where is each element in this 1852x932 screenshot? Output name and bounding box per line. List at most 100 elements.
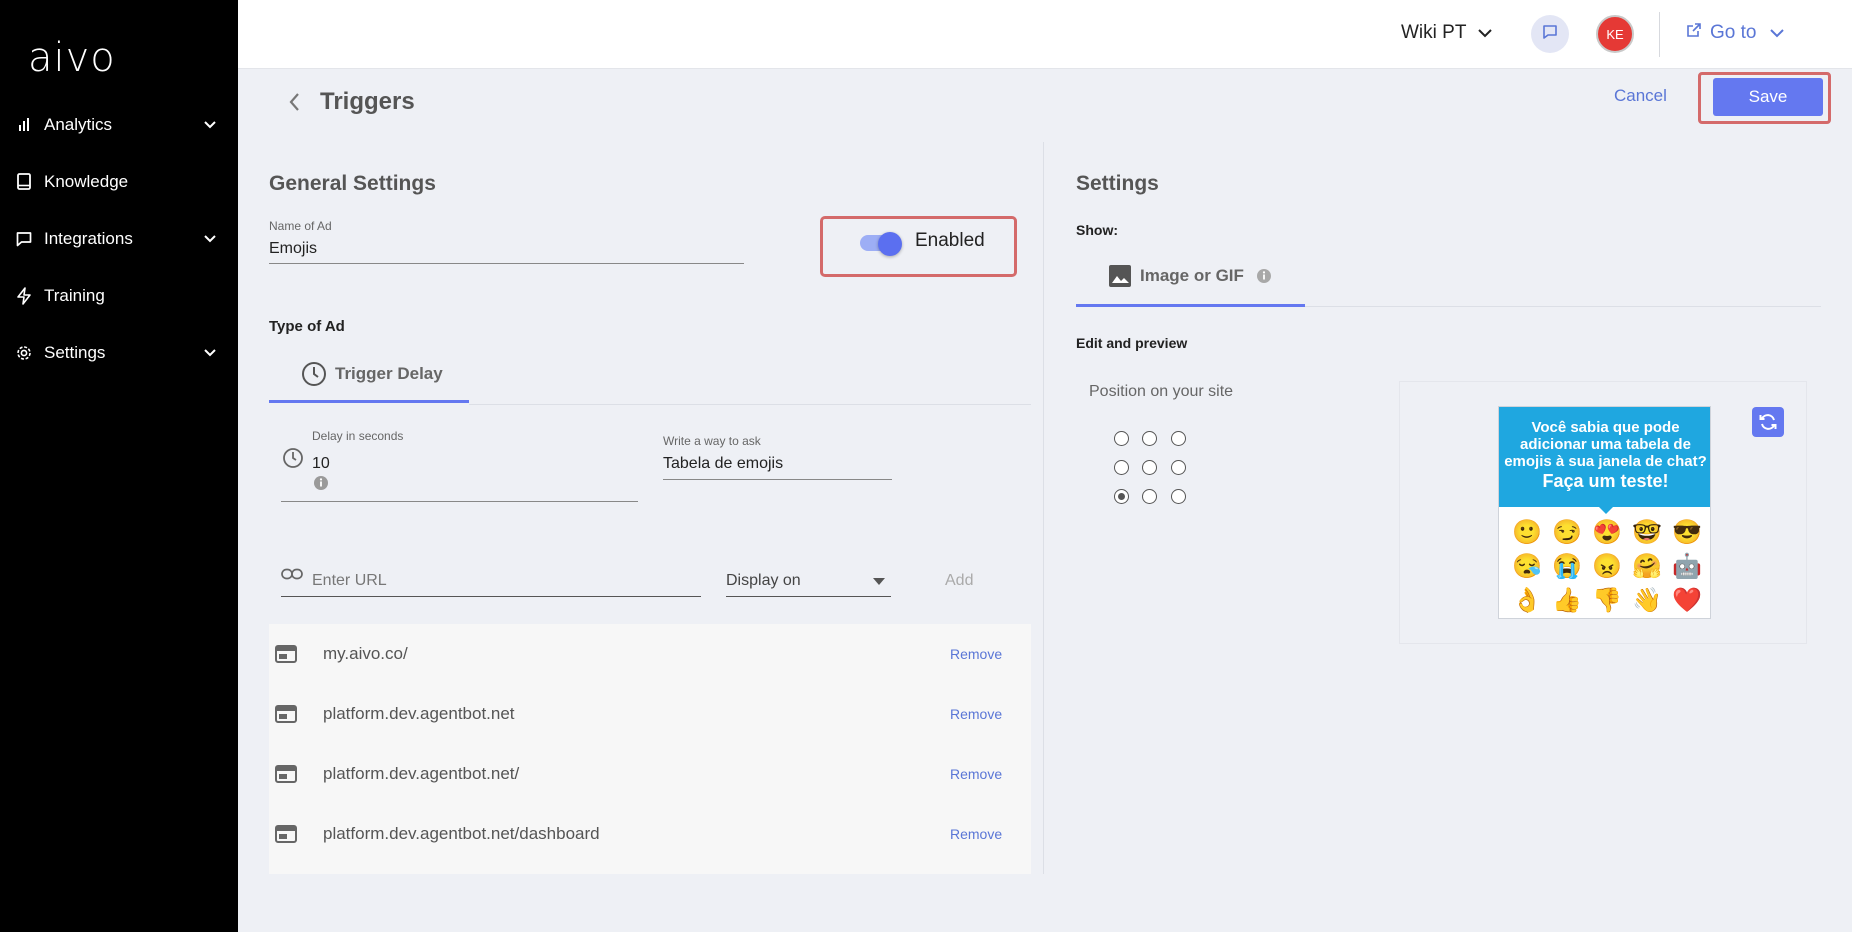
external-link-icon — [1686, 22, 1702, 44]
remove-button[interactable]: Remove — [950, 706, 1002, 722]
sidebar-item-analytics[interactable]: Analytics — [0, 96, 238, 153]
remove-button[interactable]: Remove — [950, 646, 1002, 662]
position-radio-top-left[interactable] — [1114, 431, 1129, 446]
save-button[interactable]: Save — [1713, 78, 1823, 116]
refresh-icon — [1758, 413, 1778, 431]
sidebar-item-label: Settings — [44, 342, 106, 362]
gear-icon — [14, 343, 34, 363]
position-radio-middle-left[interactable] — [1114, 460, 1129, 475]
url-input[interactable]: Enter URL — [312, 572, 387, 590]
bar-chart-icon — [14, 115, 34, 135]
emoji: 😏 — [1552, 519, 1582, 546]
display-on-select[interactable]: Display on — [726, 572, 801, 590]
sidebar-item-knowledge[interactable]: Knowledge — [0, 153, 238, 210]
tab-label: Trigger Delay — [335, 364, 443, 383]
chat-bubble-icon — [14, 229, 34, 249]
chevron-down-icon — [200, 348, 220, 357]
ad-preview-image: Você sabia que pode adicionar uma tabela… — [1498, 406, 1711, 619]
sidebar-item-settings[interactable]: Settings — [0, 324, 238, 381]
emoji: 😪 — [1512, 553, 1542, 580]
emoji: 😎 — [1672, 519, 1702, 546]
tab-divider — [1305, 306, 1821, 307]
chevron-down-icon — [200, 234, 220, 243]
name-of-ad-underline — [269, 263, 744, 264]
tab-image-or-gif[interactable]: Image or GIF — [1108, 264, 1272, 288]
position-radio-middle-right[interactable] — [1171, 460, 1186, 475]
position-radio-bottom-left[interactable] — [1114, 489, 1129, 504]
goto-menu[interactable]: Go to — [1686, 22, 1785, 44]
type-of-ad-label: Type of Ad — [269, 318, 345, 335]
back-button[interactable] — [288, 92, 308, 114]
caret-down-icon — [873, 578, 885, 585]
emoji: ❤️ — [1672, 587, 1702, 614]
chevron-down-icon — [1770, 22, 1785, 44]
position-radio-top-right[interactable] — [1171, 431, 1186, 446]
chevron-down-icon — [1478, 22, 1493, 44]
book-icon — [14, 172, 34, 192]
tab-trigger-delay[interactable]: Trigger Delay — [301, 361, 443, 387]
ask-underline — [663, 479, 892, 480]
workspace-label: Wiki PT — [1401, 22, 1467, 43]
ad-emoji-grid: 🙂 😏 😍 🤓 😎 😪 😭 😠 🤗 🤖 👌 👍 👎 👋 ❤️ — [1507, 519, 1707, 615]
browser-window-icon — [275, 705, 297, 723]
url-text: platform.dev.agentbot.net/dashboard — [323, 824, 600, 843]
tab-divider — [469, 404, 1031, 405]
image-icon — [1108, 264, 1132, 288]
position-radio-middle-center[interactable] — [1142, 460, 1157, 475]
sidebar: aivo Analytics Knowledge Integrations Tr… — [0, 0, 238, 932]
workspace-selector[interactable]: Wiki PT — [1401, 22, 1493, 44]
emoji: 😠 — [1592, 553, 1622, 580]
sidebar-item-label: Knowledge — [44, 171, 129, 191]
aivo-logo[interactable]: aivo — [28, 38, 116, 78]
refresh-button[interactable] — [1752, 407, 1784, 437]
tab-label: Image or GIF — [1140, 266, 1244, 285]
url-list: my.aivo.co/ Remove platform.dev.agentbot… — [269, 624, 1031, 874]
delay-input[interactable]: 10 — [312, 455, 330, 473]
browser-window-icon — [275, 825, 297, 843]
link-icon — [281, 568, 303, 580]
emoji: 🤗 — [1632, 553, 1662, 580]
position-radio-bottom-center[interactable] — [1142, 489, 1157, 504]
browser-window-icon — [275, 765, 297, 783]
emoji: 😭 — [1552, 553, 1582, 580]
divider — [1659, 12, 1660, 57]
avatar[interactable]: KE — [1596, 15, 1634, 53]
enabled-label: Enabled — [915, 230, 985, 251]
top-bar: Wiki PT KE Go to — [238, 0, 1852, 69]
enabled-toggle[interactable] — [860, 232, 904, 256]
sidebar-item-integrations[interactable]: Integrations — [0, 210, 238, 267]
name-of-ad-input[interactable]: Emojis — [269, 240, 317, 258]
display-on-underline — [726, 596, 891, 597]
general-settings-title: General Settings — [269, 172, 436, 195]
tab-active-indicator — [1076, 304, 1305, 307]
remove-button[interactable]: Remove — [950, 766, 1002, 782]
toggle-knob — [878, 232, 902, 256]
chat-button[interactable] — [1531, 15, 1569, 53]
delay-underline — [281, 501, 638, 502]
url-text: my.aivo.co/ — [323, 644, 408, 663]
name-of-ad-label: Name of Ad — [269, 219, 332, 233]
sidebar-item-training[interactable]: Training — [0, 267, 238, 324]
position-radio-top-center[interactable] — [1142, 431, 1157, 446]
emoji: 👎 — [1592, 587, 1622, 614]
remove-button[interactable]: Remove — [950, 826, 1002, 842]
page-title: Triggers — [320, 88, 415, 115]
ask-input[interactable]: Tabela de emojis — [663, 455, 783, 473]
cancel-button[interactable]: Cancel — [1614, 86, 1667, 106]
chat-bubble-icon — [1542, 24, 1558, 45]
ask-label: Write a way to ask — [663, 434, 761, 448]
list-item: platform.dev.agentbot.net/dashboard Remo… — [269, 804, 1031, 864]
sidebar-item-label: Analytics — [44, 114, 113, 134]
list-item: my.aivo.co/ Remove — [269, 624, 1031, 684]
position-radio-bottom-right[interactable] — [1171, 489, 1186, 504]
emoji: 🤖 — [1672, 553, 1702, 580]
add-button[interactable]: Add — [945, 572, 973, 590]
ad-text-line: emojis à sua janela de chat? — [1504, 453, 1707, 470]
url-text: platform.dev.agentbot.net/ — [323, 764, 520, 783]
emoji: 👍 — [1552, 587, 1582, 614]
ad-text-line: Você sabia que pode — [1531, 419, 1680, 436]
info-icon — [313, 475, 329, 491]
position-label: Position on your site — [1089, 383, 1234, 400]
ad-banner-notch — [1597, 505, 1615, 514]
goto-label: Go to — [1710, 22, 1757, 43]
